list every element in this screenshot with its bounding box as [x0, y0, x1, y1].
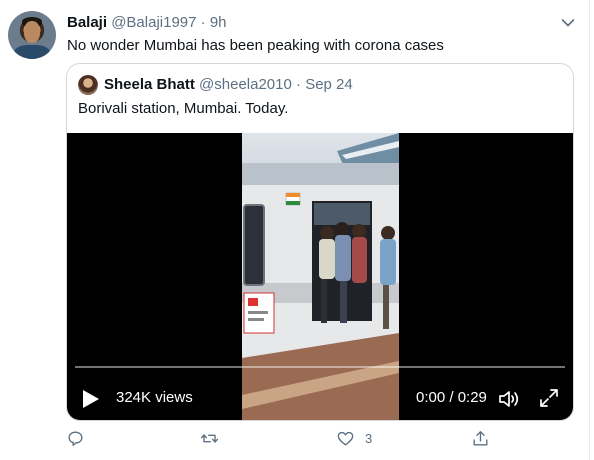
quoted-author-avatar	[78, 75, 98, 95]
separator-dot: ·	[200, 14, 206, 31]
play-button[interactable]	[79, 388, 101, 410]
tweet-actions: 3	[58, 426, 498, 450]
volume-button[interactable]	[497, 387, 521, 411]
retweet-button[interactable]	[200, 426, 229, 450]
retweet-icon	[200, 433, 219, 443]
heart-icon	[337, 431, 354, 446]
tweet-header: Balaji @Balaji1997 · 9h	[67, 13, 227, 33]
video-time: 0:00 / 0:29	[416, 389, 487, 406]
quoted-tweet-date: Sep 24	[305, 76, 353, 93]
fullscreen-icon	[540, 389, 558, 407]
play-icon	[83, 390, 99, 408]
quoted-author-handle: @sheela2010	[199, 76, 292, 93]
fullscreen-button[interactable]	[538, 387, 560, 409]
quoted-author-name: Sheela Bhatt	[104, 76, 195, 93]
video-controls: 324K views 0:00 / 0:29	[67, 377, 573, 417]
avatar-shirt	[14, 45, 50, 59]
reply-icon	[68, 430, 83, 446]
volume-icon	[499, 391, 519, 407]
author-handle[interactable]: @Balaji1997	[111, 14, 196, 31]
author-name[interactable]: Balaji	[67, 14, 107, 31]
tweet-text: No wonder Mumbai has been peaking with c…	[67, 37, 444, 54]
avatar-face	[24, 21, 40, 43]
video-progress-bar[interactable]	[75, 366, 565, 368]
quoted-tweet[interactable]: Sheela Bhatt @sheela2010 · Sep 24 Boriva…	[66, 63, 574, 421]
quoted-tweet-text: Borivali station, Mumbai. Today.	[78, 100, 289, 117]
quoted-tweet-header: Sheela Bhatt @sheela2010 · Sep 24	[104, 75, 353, 95]
like-button[interactable]: 3	[336, 426, 372, 450]
tweet[interactable]: Balaji @Balaji1997 · 9h No wonder Mumbai…	[0, 0, 590, 460]
separator-dot: ·	[296, 76, 302, 93]
reply-button[interactable]	[66, 426, 95, 450]
chevron-down-icon	[561, 19, 575, 27]
tweet-time[interactable]: 9h	[210, 14, 227, 31]
more-options-button[interactable]	[558, 13, 578, 33]
view-count: 324K views	[116, 389, 193, 406]
like-count: 3	[365, 430, 373, 446]
user-avatar[interactable]	[8, 11, 56, 59]
video-player[interactable]: 324K views 0:00 / 0:29	[67, 133, 573, 420]
share-button[interactable]	[471, 426, 500, 450]
share-icon	[473, 430, 488, 446]
